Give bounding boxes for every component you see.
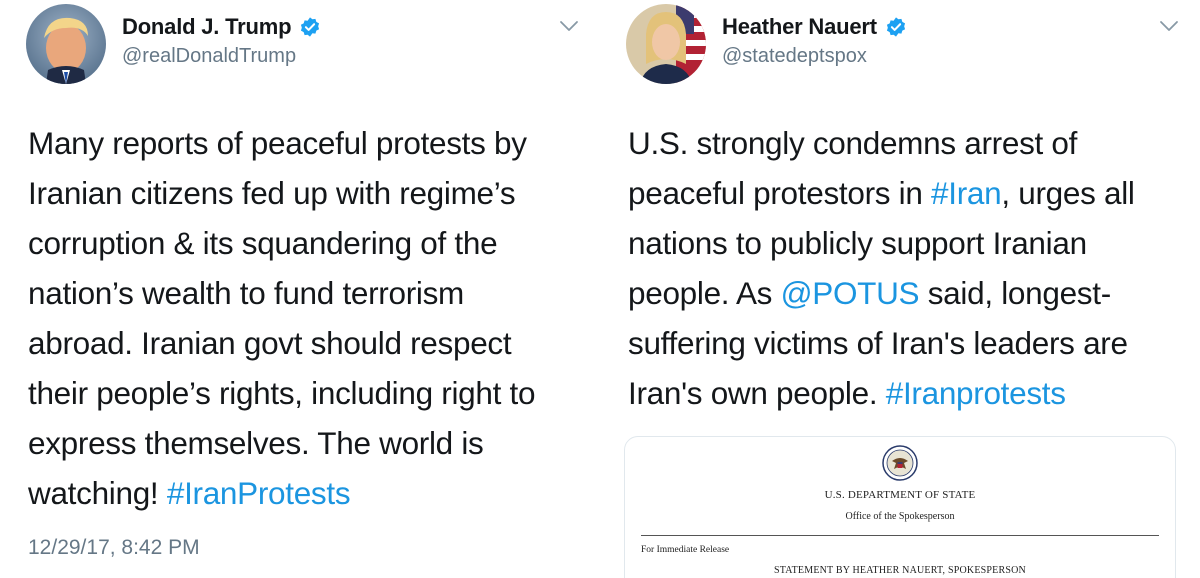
hashtag-link[interactable]: #IranProtests <box>167 475 351 511</box>
verified-badge-icon <box>886 17 905 37</box>
avatar-nauert[interactable] <box>626 4 706 84</box>
tweet-line-text: Iran's own people. <box>628 375 886 411</box>
tweet-line: their people’s rights, including right t… <box>28 375 536 411</box>
tweet-line: peaceful protestors in #Iran, urges all <box>628 168 1188 218</box>
document-statement-title: STATEMENT BY HEATHER NAUERT, SPOKESPERSO… <box>774 565 1026 576</box>
tweet-text: Many reports of peaceful protests by Ira… <box>28 118 584 518</box>
document-office: Office of the Spokesperson <box>845 511 955 522</box>
tweet-line: suffering victims of Iran's leaders are <box>628 325 1128 361</box>
hashtag-link[interactable]: #Iranprotests <box>886 375 1066 411</box>
tweet-line-last: watching! #IranProtests <box>28 468 584 518</box>
tweet-line: express themselves. The world is <box>28 425 484 461</box>
document-release: For Immediate Release <box>641 545 730 555</box>
document-department: U.S. DEPARTMENT OF STATE <box>824 489 976 501</box>
display-name[interactable]: Heather Nauert <box>722 14 877 40</box>
tweet-line: nation’s wealth to fund terrorism <box>28 275 464 311</box>
tweet-line: corruption & its squandering of the <box>28 225 498 261</box>
tweet-line: people. As @POTUS said, longest- <box>628 268 1188 318</box>
handle[interactable]: @statedeptspox <box>722 45 867 68</box>
handle[interactable]: @realDonaldTrump <box>122 45 296 68</box>
chevron-down-icon[interactable] <box>558 18 580 34</box>
state-department-seal-icon <box>882 445 918 481</box>
hashtag-link[interactable]: #Iran <box>931 175 1002 211</box>
tweet-line: U.S. strongly condemns arrest of <box>628 125 1078 161</box>
verified-badge-icon <box>301 17 320 37</box>
document-divider <box>641 535 1159 536</box>
tweet-line-text: said, longest- <box>919 275 1111 311</box>
tweet-line-text: watching! <box>28 475 159 511</box>
display-name[interactable]: Donald J. Trump <box>122 14 292 40</box>
avatar-trump[interactable] <box>26 4 106 84</box>
tweet-line: Iran's own people. #Iranprotests <box>628 368 1188 418</box>
tweet-line: Many reports of peaceful protests by <box>28 125 527 161</box>
tweet-line-text: people. As <box>628 275 781 311</box>
tweet-line-text: peaceful protestors in <box>628 175 932 211</box>
tweet-line: Iranian citizens fed up with regime’s <box>28 175 516 211</box>
chevron-down-icon[interactable] <box>1158 18 1180 34</box>
attached-document-image[interactable]: U.S. DEPARTMENT OF STATE Office of the S… <box>624 436 1176 578</box>
tweet-line: nations to publicly support Iranian <box>628 225 1087 261</box>
tweet-nauert: Heather Nauert @statedeptspox U.S. stron… <box>600 0 1200 578</box>
tweet-text: U.S. strongly condemns arrest of peacefu… <box>628 118 1188 418</box>
tweet-line-text: , urges all <box>1001 175 1135 211</box>
mention-link[interactable]: @POTUS <box>781 275 920 311</box>
timestamp[interactable]: 12/29/17, 8:42 PM <box>28 536 200 560</box>
tweet-line: abroad. Iranian govt should respect <box>28 325 512 361</box>
tweet-trump: Donald J. Trump @realDonaldTrump Many re… <box>0 0 600 578</box>
